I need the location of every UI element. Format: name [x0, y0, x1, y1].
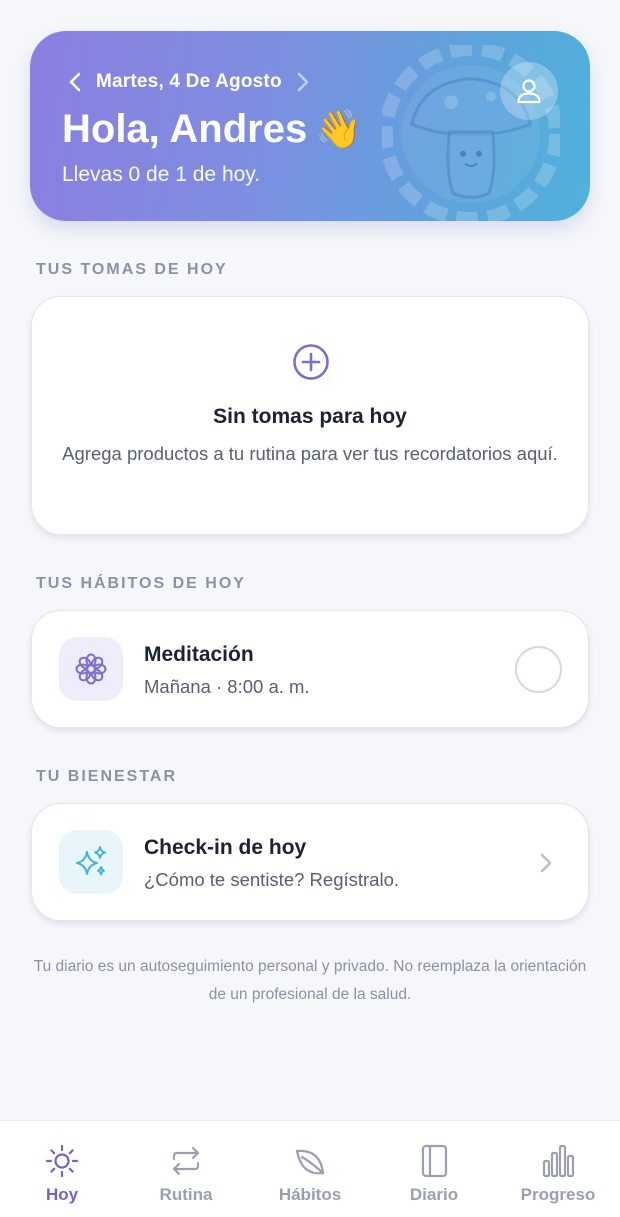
wellbeing-section-title: TU BIENESTAR [36, 768, 178, 785]
plus-circle-icon[interactable] [292, 343, 330, 381]
profile-button[interactable] [500, 62, 558, 120]
leaf-icon [295, 1149, 325, 1175]
habit-schedule: Mañana · 8:00 a. m. [144, 676, 310, 697]
doses-empty-card: Sin tomas para hoy Agrega productos a tu… [31, 296, 589, 535]
bar-chart-icon [542, 1144, 575, 1178]
chevron-right-icon[interactable] [296, 72, 310, 92]
checkin-title: Check-in de hoy [144, 836, 307, 859]
tab-label: Hoy [45, 1185, 79, 1204]
tab-label: Rutina [159, 1185, 213, 1204]
checkin-icon-tile [59, 830, 123, 894]
chevron-right-icon [540, 853, 552, 873]
habit-item[interactable]: Meditación Mañana · 8:00 a. m. [31, 610, 589, 728]
tab-habitos[interactable]: Hábitos [248, 1121, 372, 1217]
habits-section-title: TUS HÁBITOS DE HOY [36, 575, 246, 592]
tab-label: Hábitos [278, 1185, 342, 1204]
chevron-left-icon[interactable] [68, 72, 82, 92]
doses-section-title: TUS TOMAS DE HOY [36, 261, 228, 278]
tab-diario[interactable]: Diario [372, 1121, 496, 1217]
sparkles-icon [76, 846, 106, 876]
checkin-card[interactable]: Check-in de hoy ¿Cómo te sentiste? Regís… [31, 803, 589, 921]
repeat-icon [172, 1146, 200, 1176]
progress-summary: Llevas 0 de 1 de hoy. [62, 163, 261, 186]
habit-name: Meditación [144, 643, 254, 666]
greeting-title: Hola, Andres 👋 [62, 107, 363, 152]
habit-icon-tile [59, 637, 123, 701]
greeting-text: Hola, Andres [62, 107, 308, 151]
wave-emoji: 👋 [315, 108, 363, 151]
flower-icon [75, 653, 107, 685]
tab-hoy[interactable]: Hoy [0, 1121, 124, 1217]
greeting-header: Martes, 4 De Agosto Hola, Andres 👋 Lleva… [30, 31, 590, 221]
tab-progreso[interactable]: Progreso [496, 1121, 620, 1217]
empty-state-title: Sin tomas para hoy [213, 405, 407, 428]
habit-complete-checkbox[interactable] [515, 646, 562, 693]
journal-icon [421, 1144, 448, 1178]
user-icon [517, 79, 541, 104]
sun-icon [45, 1144, 79, 1178]
tab-label: Diario [409, 1185, 459, 1204]
privacy-disclaimer: Tu diario es un autoseguimiento personal… [33, 958, 587, 1003]
tab-label: Progreso [520, 1185, 596, 1204]
date-navigator: Martes, 4 De Agosto [68, 71, 310, 93]
checkin-subtitle: ¿Cómo te sentiste? Regístralo. [144, 869, 399, 890]
empty-state-description: Agrega productos a tu rutina para ver tu… [62, 443, 558, 464]
bottom-tab-bar: Hoy Rutina Hábitos Diario Progreso [0, 1120, 620, 1217]
current-date: Martes, 4 De Agosto [96, 71, 282, 92]
tab-rutina[interactable]: Rutina [124, 1121, 248, 1217]
